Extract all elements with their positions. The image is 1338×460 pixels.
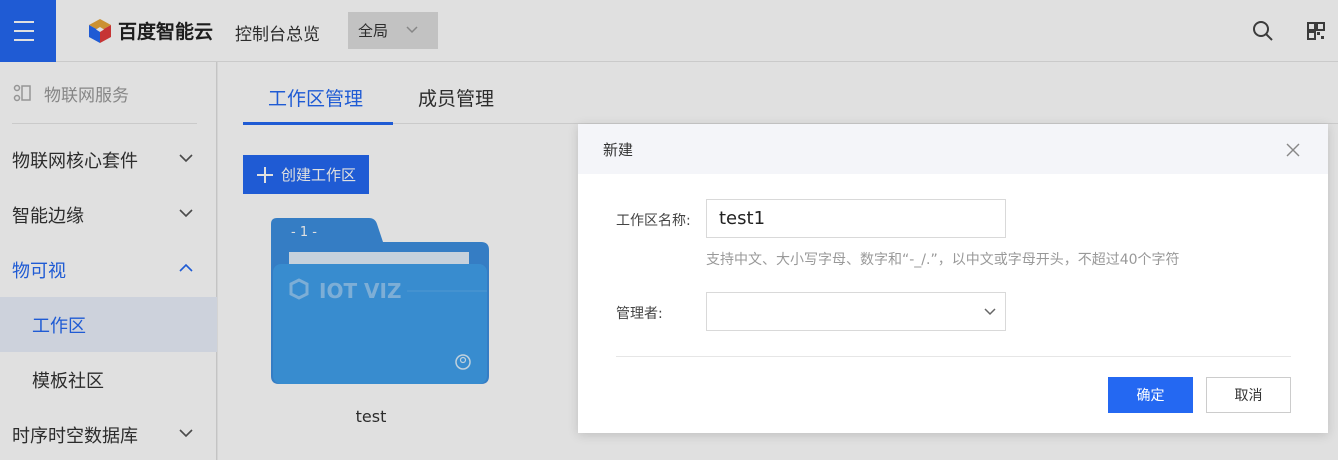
create-workspace-dialog: 新建 工作区名称: test1 支持中文、大小写字母、数字和“-_/.”，以中文… <box>578 124 1328 433</box>
manager-label: 管理者: <box>616 306 663 322</box>
close-icon[interactable] <box>1286 143 1300 157</box>
dialog-divider <box>616 356 1291 357</box>
cancel-button[interactable]: 取消 <box>1206 377 1291 413</box>
workspace-name-input[interactable]: test1 <box>706 199 1006 238</box>
workspace-name-label: 工作区名称: <box>616 213 691 229</box>
dialog-title: 新建 <box>603 140 634 159</box>
chevron-down-icon <box>984 308 996 316</box>
manager-select[interactable] <box>706 292 1006 331</box>
dialog-header: 新建 <box>578 124 1328 174</box>
confirm-button[interactable]: 确定 <box>1108 377 1193 413</box>
workspace-name-hint: 支持中文、大小写字母、数字和“-_/.”，以中文或字母开头，不超过40个字符 <box>706 252 1180 268</box>
workspace-name-value: test1 <box>719 208 766 229</box>
